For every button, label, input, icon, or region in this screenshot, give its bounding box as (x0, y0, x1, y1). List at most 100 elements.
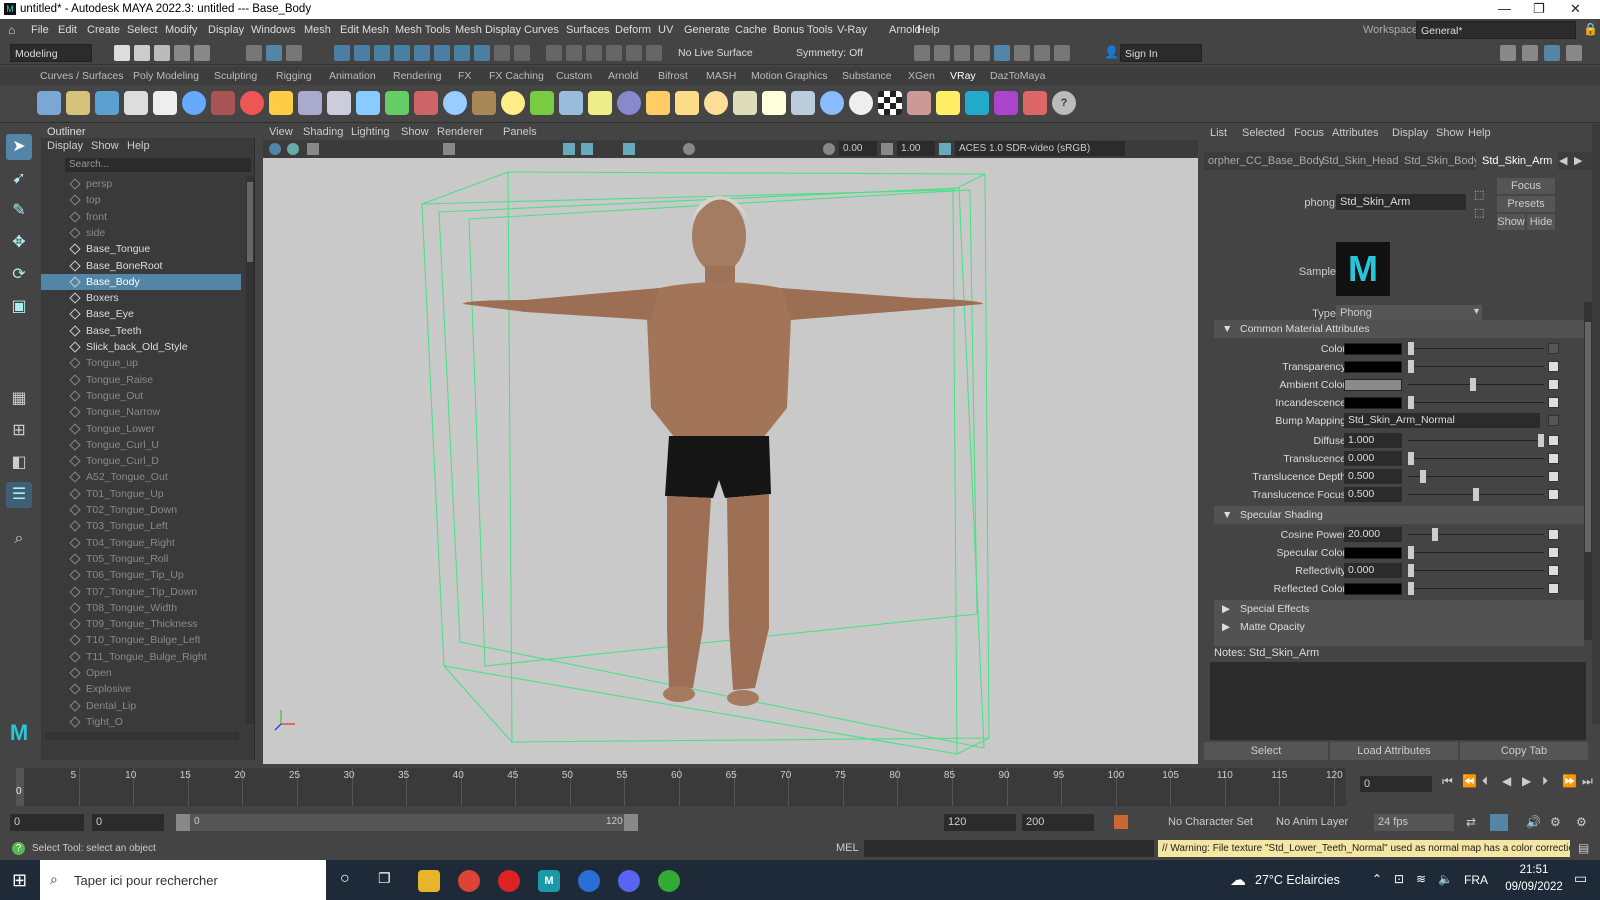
vray-fur-icon[interactable] (356, 91, 380, 115)
vray-frame-buffer-icon[interactable] (124, 91, 148, 115)
channel-box-icon[interactable] (1522, 45, 1538, 61)
select-tool-icon[interactable]: ➤ (6, 134, 32, 160)
textured-icon[interactable] (623, 143, 635, 155)
anim-layer-dropdown[interactable]: No Anim Layer (1276, 816, 1348, 828)
vray-proxy-icon[interactable] (327, 91, 351, 115)
outliner-hscrollbar[interactable] (45, 732, 239, 740)
vray-log-icon[interactable] (153, 91, 177, 115)
outliner-item[interactable]: Tongue_Lower (41, 421, 241, 437)
section-common-material[interactable]: ▼ Common Material Attributes (1214, 320, 1584, 338)
outliner-item[interactable]: T09_Tongue_Thickness (41, 616, 241, 632)
translucence-focus-slider[interactable] (1408, 488, 1544, 501)
outliner-item[interactable]: T03_Tongue_Left (41, 518, 241, 534)
type-dropdown[interactable]: Phong (1336, 305, 1482, 321)
shelf-tab-mash[interactable]: MASH (706, 70, 736, 82)
ccleaner-icon[interactable] (578, 870, 600, 892)
outliner-item[interactable]: Base_Body (41, 273, 241, 290)
menu-modify[interactable]: Modify (165, 24, 197, 36)
history-icon[interactable] (586, 45, 602, 61)
outliner-item[interactable]: Tongue_up (41, 355, 241, 371)
history-lock-icon[interactable] (494, 45, 510, 61)
vray-sun-icon[interactable] (762, 91, 786, 115)
section-more[interactable] (1214, 636, 1584, 646)
tool-settings-icon[interactable] (1566, 45, 1582, 61)
outliner-item[interactable]: side (41, 225, 241, 241)
loop-icon[interactable]: ⇄ (1466, 815, 1476, 829)
menu-edit-mesh[interactable]: Edit Mesh (340, 24, 389, 36)
vray-dome-icon[interactable] (443, 91, 467, 115)
vray-rect-light-icon[interactable] (646, 91, 670, 115)
outliner-item[interactable]: front (41, 209, 241, 225)
outliner-scrollbar[interactable] (246, 176, 254, 724)
tab-next-icon[interactable]: ▶ (1574, 154, 1582, 167)
vray-grass-icon[interactable] (530, 91, 554, 115)
ipr-render-icon[interactable] (954, 45, 970, 61)
modeling-toolkit-icon[interactable] (1500, 45, 1516, 61)
volume-icon[interactable]: 🔈 (1438, 872, 1453, 886)
reflected-color-map-icon[interactable] (1548, 583, 1559, 594)
sound-icon[interactable]: 🔊 (1526, 815, 1541, 829)
color-management-icon[interactable] (939, 143, 951, 155)
outliner-item[interactable]: T07_Tongue_Tip_Down (41, 584, 241, 600)
vp-menu-shading[interactable]: Shading (303, 126, 343, 138)
color-swatch[interactable] (1344, 343, 1402, 355)
fps-dropdown[interactable]: 24 fps (1374, 814, 1454, 831)
reflectivity-field[interactable]: 0.000 (1344, 563, 1402, 578)
vray-frame-icon[interactable] (1014, 45, 1030, 61)
ae-menu-show[interactable]: Show (1436, 127, 1464, 139)
outliner-item[interactable]: Tongue_Curl_D (41, 453, 241, 469)
tab-prev-icon[interactable]: ◀ (1559, 154, 1567, 167)
shelf-tab-sculpting[interactable]: Sculpting (214, 70, 257, 82)
translucence-depth-field[interactable]: 0.500 (1344, 469, 1402, 484)
input-ops-icon[interactable] (546, 45, 562, 61)
transparency-map-icon[interactable] (1548, 361, 1559, 372)
snap-curve-icon[interactable] (354, 45, 370, 61)
outliner-item[interactable]: T08_Tongue_Width (41, 600, 241, 616)
single-perspective-icon[interactable]: ▦ (6, 386, 32, 412)
menu-edit[interactable]: Edit (58, 24, 77, 36)
vray-plane-icon[interactable] (385, 91, 409, 115)
chaos-cosmos-icon[interactable] (965, 91, 989, 115)
key-prefs-icon[interactable]: ⚙ (1576, 815, 1587, 829)
character-set-dropdown[interactable]: No Character Set (1168, 816, 1253, 828)
vray-mesh-light-icon[interactable] (733, 91, 757, 115)
ambient-swatch[interactable] (1344, 379, 1402, 391)
vray-sky-icon[interactable] (820, 91, 844, 115)
current-frame-field[interactable]: 0 (1360, 776, 1432, 792)
outliner-item[interactable]: T06_Tongue_Tip_Up (41, 567, 241, 583)
select-object-icon[interactable] (266, 45, 282, 61)
vray-snowflake-icon[interactable] (559, 91, 583, 115)
transparency-slider[interactable] (1408, 360, 1544, 373)
bookmark-icon[interactable] (307, 143, 319, 155)
snap-center-icon[interactable] (434, 45, 450, 61)
bump-map-icon[interactable] (1548, 415, 1559, 426)
anim-prefs-icon[interactable]: ⚙ (1550, 815, 1561, 829)
cortana-icon[interactable]: ○ (340, 870, 350, 888)
diffuse-slider[interactable] (1408, 434, 1544, 447)
vray-scan-icon[interactable] (994, 91, 1018, 115)
menu-generate[interactable]: Generate (684, 24, 730, 36)
go-to-output-icon[interactable]: ⬚ (1474, 206, 1484, 219)
file-explorer-icon[interactable] (418, 870, 440, 892)
shelf-tab-motion-graphics[interactable]: Motion Graphics (751, 70, 827, 82)
home-icon[interactable]: ⌂ (8, 23, 15, 37)
script-editor-icon[interactable]: ▤ (1578, 841, 1589, 855)
opera-icon[interactable] (498, 870, 520, 892)
utorrent-icon[interactable] (658, 870, 680, 892)
vray-ipr-icon[interactable] (95, 91, 119, 115)
chrome-icon[interactable] (458, 870, 480, 892)
prev-key-icon[interactable]: ⏴ (1482, 774, 1488, 789)
tray-chevron-icon[interactable]: ⌃ (1372, 872, 1382, 886)
pause-render-icon[interactable] (1054, 45, 1070, 61)
menu-deform[interactable]: Deform (615, 24, 651, 36)
exposure-field[interactable]: 0.00 (839, 141, 877, 156)
rotate-tool-icon[interactable]: ⟳ (6, 262, 32, 288)
outliner-item[interactable]: Base_BoneRoot (41, 258, 241, 274)
soft-select-icon[interactable] (646, 45, 662, 61)
network-icon[interactable]: ⊡ (1394, 872, 1404, 886)
translucence-focus-field[interactable]: 0.500 (1344, 487, 1402, 502)
menu-cache[interactable]: Cache (735, 24, 767, 36)
vray-env-icon[interactable] (791, 91, 815, 115)
shelf-tab-vray[interactable]: VRay (950, 70, 976, 82)
construction-history-icon[interactable] (514, 45, 530, 61)
